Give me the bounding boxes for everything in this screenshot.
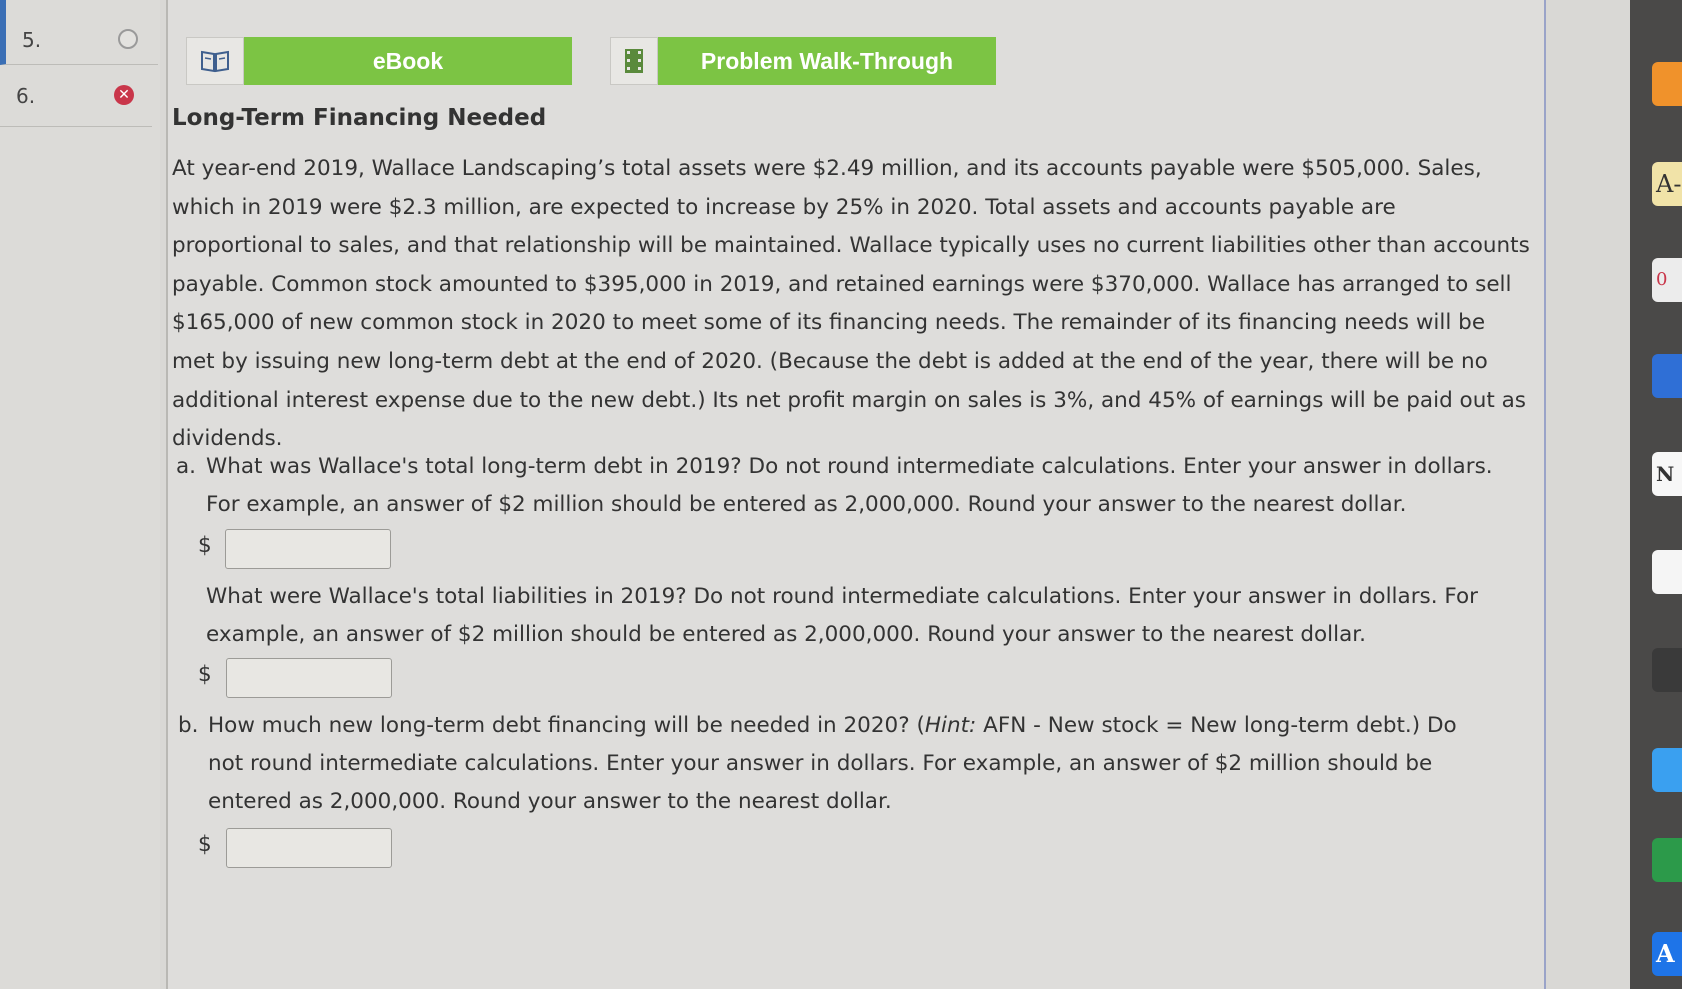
ebook-button[interactable]: eBook	[186, 37, 572, 85]
book-icon	[186, 37, 244, 85]
part-b-line-1: How much new long-term debt financing wi…	[208, 707, 1457, 746]
total-liabilities-2019-input[interactable]	[226, 658, 392, 698]
part-b-question: b. How much new long-term debt financing…	[178, 707, 1538, 825]
notes-icon[interactable]: 0	[1652, 258, 1682, 302]
question-number: 5.	[22, 28, 42, 52]
drive-icon[interactable]	[1652, 838, 1682, 882]
app-store-icon[interactable]: A	[1652, 932, 1682, 976]
ebook-label: eBook	[244, 37, 572, 85]
currency-symbol: $	[198, 662, 212, 687]
calendar-icon[interactable]	[1652, 550, 1682, 594]
part-b-line-3: entered as 2,000,000. Round your answer …	[208, 789, 892, 814]
part-a-question-1-line-1: What was Wallace's total long-term debt …	[206, 454, 1493, 479]
podcast-icon[interactable]	[1652, 648, 1682, 692]
part-a-question-1: a. What was Wallace's total long-term de…	[176, 448, 1536, 528]
long-term-debt-2019-input[interactable]	[225, 529, 391, 569]
part-b-label: b.	[178, 713, 199, 738]
currency-symbol: $	[198, 533, 212, 558]
question-nav-item-6[interactable]: 6. ✕	[0, 66, 152, 127]
problem-walkthrough-button[interactable]: Problem Walk-Through	[610, 37, 996, 85]
part-a-question-2: What were Wallace's total liabilities in…	[176, 578, 1536, 658]
question-panel: eBook Problem Walk-Through Long-Term Fin…	[166, 0, 1546, 989]
hint-label: Hint:	[924, 713, 977, 738]
blue-app-icon[interactable]	[1652, 354, 1682, 398]
part-a-question-2-line-2: example, an answer of $2 million should …	[206, 622, 1366, 647]
part-a-label: a.	[176, 454, 197, 479]
unanswered-status-icon	[118, 29, 138, 49]
question-navigator: 5. 6. ✕	[0, 0, 160, 989]
cloud-icon[interactable]	[1652, 748, 1682, 792]
new-long-term-debt-2020-input[interactable]	[226, 828, 392, 868]
text-style-icon[interactable]: A-	[1652, 162, 1682, 206]
currency-symbol: $	[198, 832, 212, 857]
problem-statement: At year-end 2019, Wallace Landscaping’s …	[172, 156, 1530, 452]
problem-walkthrough-label: Problem Walk-Through	[658, 37, 996, 85]
part-b-line-1-start: How much new long-term debt financing wi…	[208, 713, 925, 738]
part-b-line-1-end: AFN - New stock = New long-term debt.) D…	[976, 713, 1457, 738]
app-dock: A- 0 N A	[1630, 0, 1682, 989]
question-number: 6.	[16, 84, 36, 108]
incorrect-status-icon: ✕	[114, 85, 134, 105]
part-a-question-2-line-1: What were Wallace's total liabilities in…	[206, 584, 1478, 609]
notion-icon[interactable]: N	[1652, 452, 1682, 496]
part-a-question-1-line-2: For example, an answer of $2 million sho…	[206, 492, 1407, 517]
question-nav-item-5[interactable]: 5.	[0, 0, 158, 65]
problem-title: Long-Term Financing Needed	[172, 105, 547, 131]
orange-app-icon[interactable]	[1652, 62, 1682, 106]
part-b-line-2: not round intermediate calculations. Ent…	[208, 751, 1433, 776]
film-strip-icon	[610, 37, 658, 85]
